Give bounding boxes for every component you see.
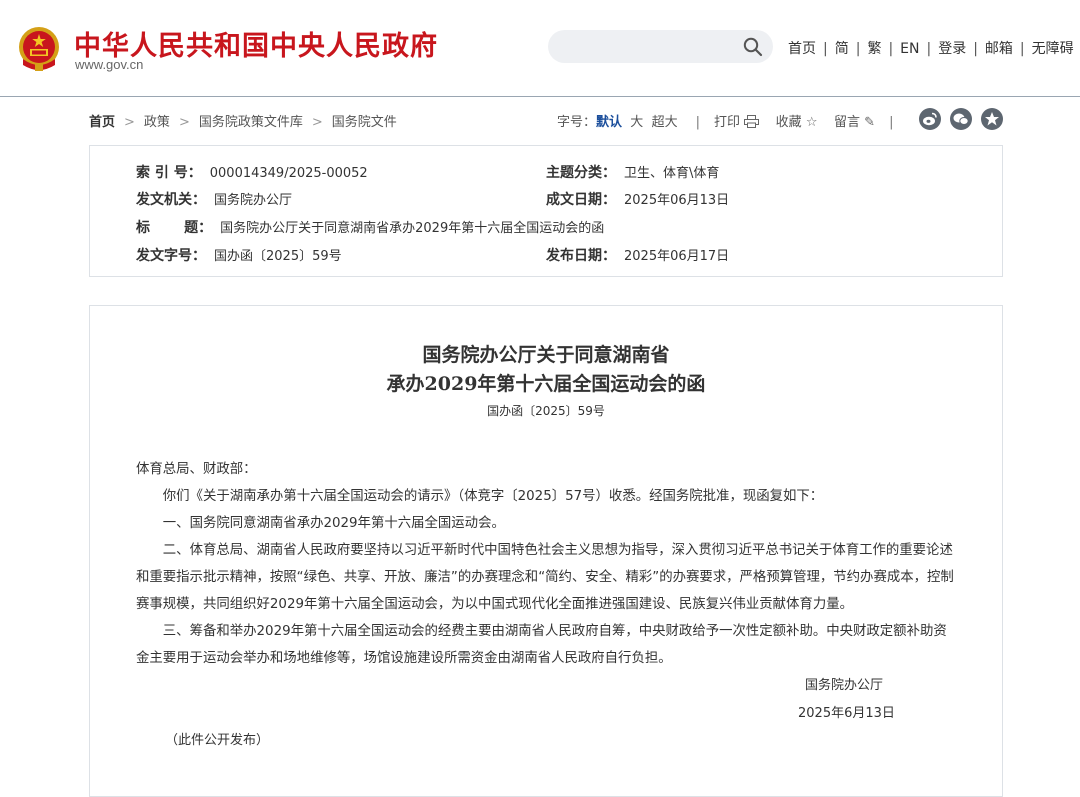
pencil-icon: ✎: [864, 115, 876, 130]
paragraph: 二、体育总局、湖南省人民政府要坚持以习近平新时代中国特色社会主义思想为指导，深入…: [136, 543, 954, 612]
comment-label: 留言: [834, 115, 861, 130]
document-title-line2: 承办2029年第十六届全国运动会的函: [386, 373, 706, 395]
meta-published-label: 发布日期：: [546, 248, 616, 264]
chevron-right-icon: >: [178, 115, 190, 130]
print-button[interactable]: 打印: [713, 115, 760, 130]
meta-written-value: 2025年06月13日: [624, 193, 730, 208]
signatory: 国务院办公厅: [805, 678, 884, 693]
document-content: 国务院办公厅关于同意湖南省 承办2029年第十六届全国运动会的函 国办函〔202…: [89, 305, 1003, 797]
font-size-default[interactable]: 默认: [596, 115, 622, 130]
document-title: 国务院办公厅关于同意湖南省 承办2029年第十六届全国运动会的函: [90, 341, 1002, 399]
font-size-large[interactable]: 大: [630, 115, 643, 130]
site-url[interactable]: www.gov.cn: [75, 57, 143, 72]
salutation: 体育总局、财政部：: [136, 462, 257, 477]
nav-login[interactable]: 登录: [938, 41, 966, 57]
meta-docno-label: 发文字号：: [136, 248, 206, 264]
national-emblem-logo[interactable]: [17, 25, 61, 73]
meta-issuer: 发文机关： 国务院办公厅: [136, 189, 292, 209]
meta-published-value: 2025年06月17日: [624, 249, 730, 264]
meta-published-date: 发布日期： 2025年06月17日: [546, 245, 729, 265]
breadcrumb-home[interactable]: 首页: [89, 115, 115, 130]
meta-issuer-value: 国务院办公厅: [214, 193, 293, 208]
document-number: 国办函〔2025〕59号: [487, 404, 605, 418]
favorite-button[interactable]: 收藏 ☆: [776, 115, 818, 130]
publish-note: （此件公开发布）: [165, 733, 270, 748]
meta-written-date: 成文日期： 2025年06月13日: [546, 189, 729, 209]
meta-docno: 发文字号： 国办函〔2025〕59号: [136, 245, 342, 265]
print-label: 打印: [713, 115, 740, 130]
document-title-line1: 国务院办公厅关于同意湖南省: [422, 344, 670, 366]
search-icon[interactable]: [743, 37, 763, 57]
nav-traditional[interactable]: 繁: [867, 41, 881, 57]
breadcrumb-state-council-docs[interactable]: 国务院文件: [332, 115, 397, 130]
meta-category: 主题分类： 卫生、体育\体育: [546, 162, 719, 182]
favorite-star-icon[interactable]: [981, 108, 1003, 130]
paragraph: 你们《关于湖南承办第十六届全国运动会的请示》（体竞字〔2025〕57号）收悉。经…: [162, 489, 824, 504]
paragraph: 三、筹备和举办2029年第十六届全国运动会的经费主要由湖南省人民政府自筹，中央财…: [136, 624, 947, 666]
nav-english[interactable]: EN: [900, 41, 919, 57]
font-size-label: 字号：: [557, 115, 597, 130]
breadcrumb: 首页 > 政策 > 国务院政策文件库 > 国务院文件: [89, 111, 397, 130]
chevron-right-icon: >: [124, 115, 135, 130]
chevron-right-icon: >: [311, 115, 323, 130]
paragraph: 一、国务院同意湖南省承办2029年第十六届全国运动会。: [162, 516, 505, 531]
weibo-icon[interactable]: [919, 108, 941, 130]
breadcrumb-policy-library[interactable]: 国务院政策文件库: [199, 115, 303, 130]
wechat-icon[interactable]: [950, 108, 972, 130]
meta-title-value: 国务院办公厅关于同意湖南省承办2029年第十六届全国运动会的函: [220, 221, 605, 236]
meta-index: 索 引 号： 000014349/2025-00052: [136, 162, 368, 182]
sign-date: 2025年6月13日: [798, 706, 895, 721]
star-icon: ☆: [805, 115, 818, 130]
printer-icon: [744, 115, 760, 130]
meta-category-label: 主题分类：: [546, 165, 616, 181]
search-input[interactable]: [562, 36, 736, 58]
meta-issuer-label: 发文机关：: [136, 192, 206, 208]
breadcrumb-policy[interactable]: 政策: [144, 115, 170, 130]
meta-title-label: 标 题：: [136, 220, 213, 236]
font-size-xlarge[interactable]: 超大: [652, 115, 678, 130]
nav-accessibility[interactable]: 无障碍: [1032, 41, 1074, 57]
favorite-label: 收藏: [775, 115, 802, 130]
top-navigation: 首页 | 简 | 繁 | EN | 登录 | 邮箱 | 无障碍: [788, 41, 1074, 57]
document-metadata: 索 引 号： 000014349/2025-00052 主题分类： 卫生、体育\体育…: [89, 145, 1003, 277]
meta-category-value: 卫生、体育\体育: [624, 166, 720, 181]
search-box: [548, 30, 773, 63]
meta-title: 标 题： 国务院办公厅关于同意湖南省承办2029年第十六届全国运动会的函: [136, 217, 604, 237]
toolbar: 首页 > 政策 > 国务院政策文件库 > 国务院文件 字号：默认 大 超大 | 打印 收藏 ☆ …: [89, 108, 1003, 130]
site-header: 中华人民共和国中央人民政府 www.gov.cn 首页 | 简 | 繁 | EN | 登录 | 邮箱…: [0, 0, 1080, 97]
comment-button[interactable]: 留言 ✎: [834, 115, 875, 130]
share-icons: [910, 108, 1003, 130]
meta-index-value: 000014349/2025-00052: [209, 166, 368, 181]
document-body: 体育总局、财政部： 你们《关于湖南承办第十六届全国运动会的请示》（体竞字〔202…: [136, 456, 956, 672]
nav-home[interactable]: 首页: [788, 41, 816, 57]
meta-written-label: 成文日期：: [546, 192, 616, 208]
nav-mailbox[interactable]: 邮箱: [985, 41, 1013, 57]
page-tools: 字号：默认 大 超大 | 打印 收藏 ☆ 留言 ✎ |: [557, 115, 894, 130]
meta-index-label: 索 引 号：: [136, 165, 202, 181]
meta-docno-value: 国办函〔2025〕59号: [214, 249, 342, 264]
nav-simplified[interactable]: 简: [835, 41, 849, 57]
